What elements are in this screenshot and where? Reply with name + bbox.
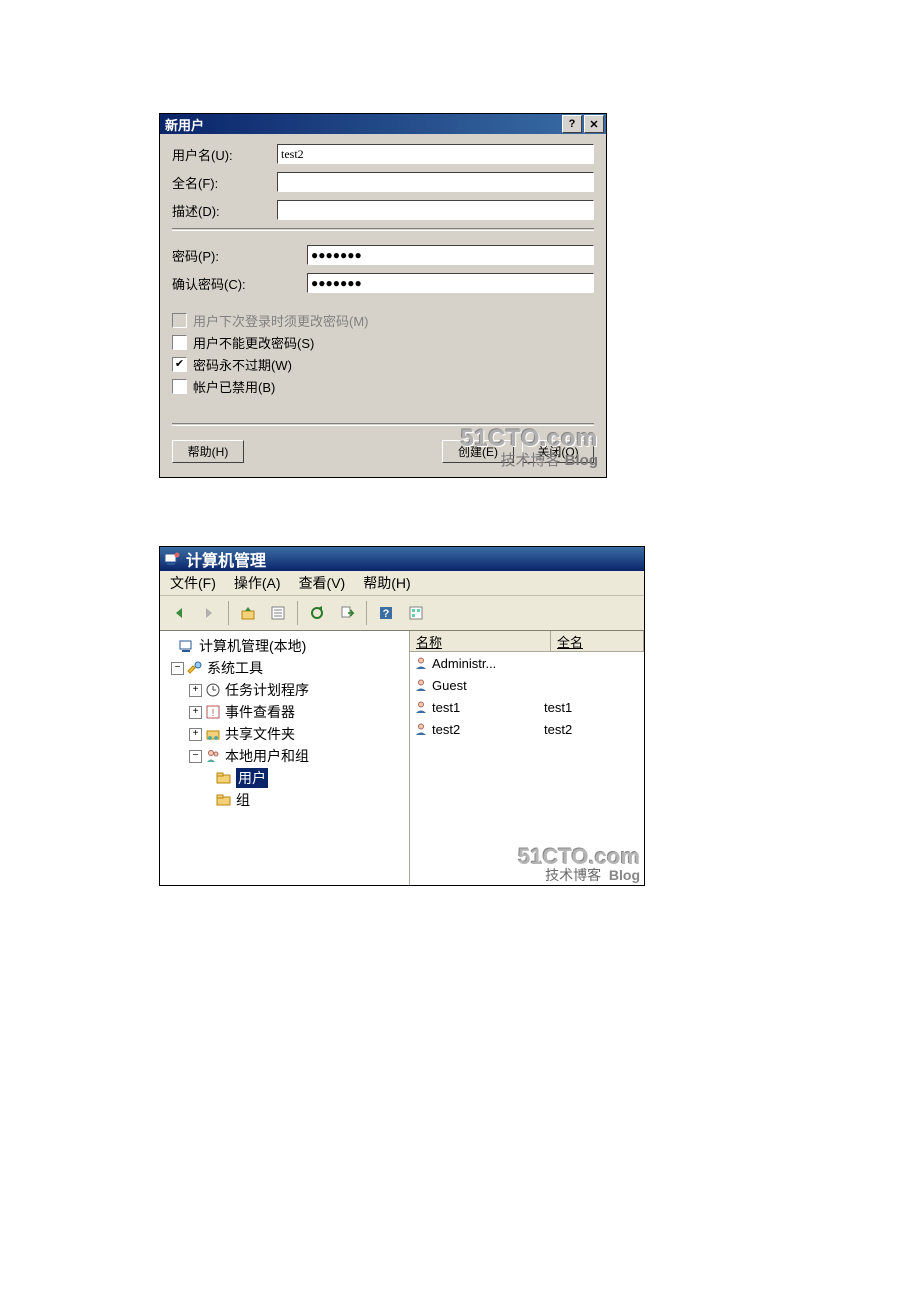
menu-view[interactable]: 查看(V) [299, 573, 346, 593]
watermark-2: 51CTO.com 技术博客 Blog [518, 845, 640, 883]
folder-icon [216, 770, 232, 786]
list-item[interactable]: test1 test1 [410, 696, 644, 718]
never-expires-checkbox[interactable]: ✔ [172, 357, 187, 372]
cannot-change-checkbox[interactable] [172, 335, 187, 350]
toolbar-divider-3 [366, 601, 367, 625]
list-pane[interactable]: 名称 全名 Administr...Guesttest1test1test2te… [410, 631, 644, 885]
never-expires-label: 密码永不过期(W) [193, 355, 292, 374]
tree-users[interactable]: 用户 [236, 768, 268, 788]
separator [172, 228, 594, 231]
watermark2-line2: 技术博客 [545, 867, 601, 883]
toolbar-divider-2 [297, 601, 298, 625]
row-name: test1 [432, 700, 460, 715]
list-item[interactable]: Guest [410, 674, 644, 696]
confirm-password-input[interactable] [307, 273, 594, 293]
properties-button[interactable] [265, 600, 291, 626]
description-label: 描述(D): [172, 201, 277, 220]
create-button[interactable]: 创建(E) [442, 440, 514, 463]
refresh-button[interactable] [304, 600, 330, 626]
svg-text:!: ! [212, 708, 215, 719]
menu-help[interactable]: 帮助(H) [363, 573, 410, 593]
collapse-icon[interactable]: − [171, 662, 184, 675]
confirm-password-label: 确认密码(C): [172, 274, 307, 293]
users-groups-icon [205, 748, 221, 764]
tree-pane[interactable]: 计算机管理(本地) − 系统工具 + 任务计划程序 + ! 事件查看器 + 共享… [160, 631, 410, 885]
dialog-title: 新用户 [165, 115, 204, 134]
list-item[interactable]: Administr... [410, 652, 644, 674]
nav-back-button[interactable] [166, 600, 192, 626]
computer-management-window: 计算机管理 文件(F) 操作(A) 查看(V) 帮助(H) ? 计算机管理(本地… [159, 546, 645, 886]
nav-forward-button[interactable] [196, 600, 222, 626]
watermark2-line1: 51CTO.com [518, 845, 640, 868]
mmc-title: 计算机管理 [186, 547, 266, 571]
description-input[interactable] [277, 200, 594, 220]
menu-file[interactable]: 文件(F) [170, 573, 216, 593]
watermark2-blog: Blog [609, 867, 640, 883]
user-icon [414, 700, 428, 714]
password-input[interactable] [307, 245, 594, 265]
toolbar: ? [160, 596, 644, 631]
username-input[interactable] [277, 144, 594, 164]
tree-system-tools[interactable]: 系统工具 [207, 658, 263, 678]
row-fullname: test1 [544, 700, 644, 715]
user-icon [414, 678, 428, 692]
mmc-titlebar[interactable]: 计算机管理 [160, 547, 644, 571]
export-button[interactable] [334, 600, 360, 626]
user-icon [414, 722, 428, 736]
row-name: test2 [432, 722, 460, 737]
row-name: Guest [432, 678, 467, 693]
must-change-checkbox [172, 313, 187, 328]
tree-task-scheduler[interactable]: 任务计划程序 [225, 680, 309, 700]
account-disabled-checkbox[interactable] [172, 379, 187, 394]
tree-root[interactable]: 计算机管理(本地) [199, 636, 306, 656]
view-options-button[interactable] [403, 600, 429, 626]
titlebar[interactable]: 新用户 ? ✕ [160, 114, 606, 134]
menubar: 文件(F) 操作(A) 查看(V) 帮助(H) [160, 571, 644, 596]
tree-groups[interactable]: 组 [236, 790, 250, 810]
folder-icon-2 [216, 792, 232, 808]
clock-icon [205, 682, 221, 698]
list-item[interactable]: test2 test2 [410, 718, 644, 740]
tools-icon [187, 660, 203, 676]
svg-text:?: ? [383, 608, 390, 620]
toolbar-divider [228, 601, 229, 625]
help-toolbar-button[interactable]: ? [373, 600, 399, 626]
expand-icon-2[interactable]: + [189, 706, 202, 719]
fullname-input[interactable] [277, 172, 594, 192]
col-fullname[interactable]: 全名 [551, 631, 644, 651]
password-label: 密码(P): [172, 246, 307, 265]
tree-event-viewer[interactable]: 事件查看器 [225, 702, 295, 722]
fullname-label: 全名(F): [172, 173, 277, 192]
title-help-button[interactable]: ? [562, 115, 582, 133]
title-close-button[interactable]: ✕ [584, 115, 604, 133]
list-header: 名称 全名 [410, 631, 644, 652]
help-button[interactable]: 帮助(H) [172, 440, 244, 463]
tree-shared-folders[interactable]: 共享文件夹 [225, 724, 295, 744]
computer-management-icon [164, 551, 180, 567]
separator-2 [172, 423, 594, 426]
user-icon [414, 656, 428, 670]
username-label: 用户名(U): [172, 145, 277, 164]
event-viewer-icon: ! [205, 704, 221, 720]
up-folder-button[interactable] [235, 600, 261, 626]
col-name[interactable]: 名称 [410, 631, 551, 651]
row-fullname: test2 [544, 722, 644, 737]
must-change-label: 用户下次登录时须更改密码(M) [193, 311, 369, 330]
menu-action[interactable]: 操作(A) [234, 573, 281, 593]
collapse-icon-2[interactable]: − [189, 750, 202, 763]
row-name: Administr... [432, 656, 496, 671]
tree-local-users-groups[interactable]: 本地用户和组 [225, 746, 309, 766]
expand-icon-3[interactable]: + [189, 728, 202, 741]
shared-folders-icon [205, 726, 221, 742]
cannot-change-label: 用户不能更改密码(S) [193, 333, 314, 352]
computer-icon [179, 638, 195, 654]
new-user-dialog: 新用户 ? ✕ 用户名(U): 全名(F): 描述(D): 密码(P): 确认密… [159, 113, 607, 478]
expand-icon[interactable]: + [189, 684, 202, 697]
close-button[interactable]: 关闭(O) [522, 440, 594, 463]
account-disabled-label: 帐户已禁用(B) [193, 377, 275, 396]
